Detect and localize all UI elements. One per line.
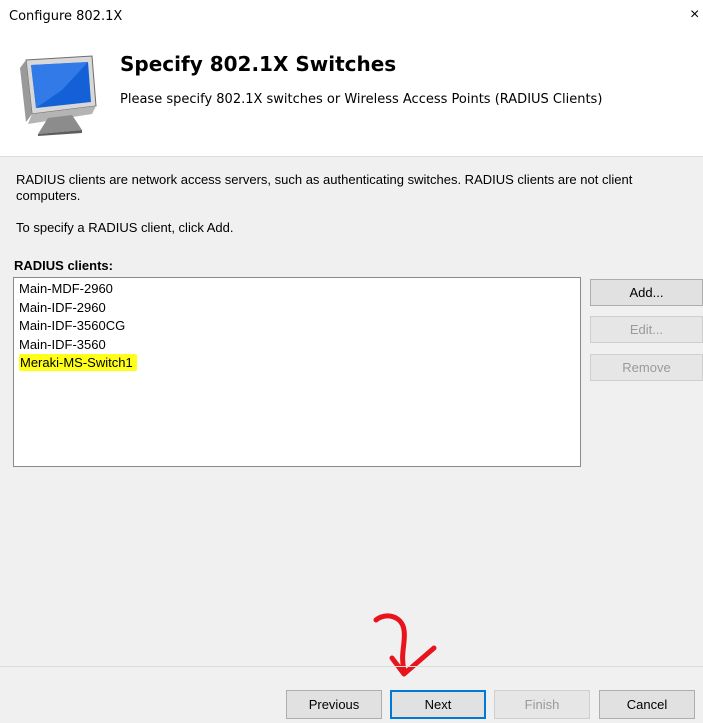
window-title: Configure 802.1X [9, 9, 123, 24]
radius-clients-label: RADIUS clients: [14, 258, 113, 273]
title-bar: Configure 802.1X × [0, 0, 703, 36]
client-name: Main-IDF-3560 [19, 336, 106, 352]
red-arrow-annotation [373, 613, 437, 677]
instruction-text: To specify a RADIUS client, click Add. [16, 220, 234, 235]
monitor-icon [20, 55, 97, 136]
list-item[interactable]: Main-IDF-3560 [14, 336, 580, 355]
list-item[interactable]: Main-IDF-2960 [14, 299, 580, 318]
list-item[interactable]: Meraki-MS-Switch1 [14, 354, 580, 373]
page-subtitle: Please specify 802.1X switches or Wirele… [120, 92, 603, 107]
wizard-header: Specify 802.1X Switches Please specify 8… [0, 36, 703, 156]
header-divider [0, 156, 703, 157]
client-name: Main-IDF-2960 [19, 299, 106, 315]
footer-divider [0, 666, 703, 667]
page-title: Specify 802.1X Switches [120, 52, 397, 76]
description-text: RADIUS clients are network access server… [16, 172, 633, 203]
edit-button[interactable]: Edit... [590, 316, 703, 343]
previous-button[interactable]: Previous [286, 690, 382, 719]
cancel-button[interactable]: Cancel [599, 690, 695, 719]
client-name: Main-MDF-2960 [19, 281, 113, 296]
radius-clients-list[interactable]: Main-MDF-2960 Main-IDF-2960 Main-IDF-356… [13, 277, 581, 467]
client-name: Main-IDF-3560CG [19, 318, 126, 333]
list-item[interactable]: Main-IDF-3560CG [14, 317, 580, 336]
remove-button[interactable]: Remove [590, 354, 703, 381]
client-name-highlighted: Meraki-MS-Switch1 [19, 354, 137, 371]
next-button[interactable]: Next [390, 690, 486, 719]
list-item[interactable]: Main-MDF-2960 [14, 280, 580, 299]
finish-button[interactable]: Finish [494, 690, 590, 719]
close-icon[interactable]: × [690, 7, 699, 23]
add-button[interactable]: Add... [590, 279, 703, 306]
